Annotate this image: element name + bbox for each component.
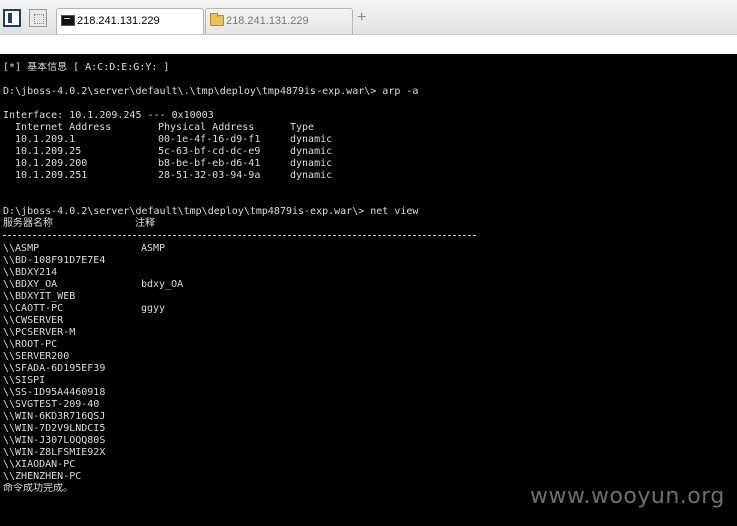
arp-mac: 28-51-32-03-94-9a [158,170,261,181]
command-line: D:\jboss-4.0.2\server\default\tmp\deploy… [3,206,419,217]
server-name: \\ROOT-PC [3,339,58,350]
toolbar-strip [0,35,737,54]
server-row: \\SFADA-6D195EF39 [3,363,737,375]
server-name: \\BD-108F91D7E7E4 [3,255,106,266]
server-row: \\SS-1D95A4460918 [3,387,737,399]
server-row: \\SVGTEST-209-40 [3,399,737,411]
server-name: \\WIN-J307LOQQ80S [3,435,106,446]
console-output[interactable]: [*] 基本信息 [ A:C:D:E:G:Y: ] D:\jboss-4.0.2… [3,62,737,495]
command-line: D:\jboss-4.0.2\server\default\.\tmp\depl… [3,86,419,97]
server-comment: ggyy [141,303,166,314]
server-name: \\SS-1D95A4460918 [3,387,106,398]
arp-type: dynamic [290,146,333,157]
server-list: \\ASMP ASMP \\BD-108F91D7E7E4 \\BDXY214 \\BD… [3,243,737,483]
arp-ip: 10.1.209.200 [15,158,88,169]
server-name: \\CWSERVER [3,315,64,326]
server-name: \\ZHENZHEN-PC [3,471,82,482]
arp-header-ip: Internet Address [15,122,112,133]
server-row: \\CAOTT-PC ggyy [3,303,737,315]
server-name: \\CAOTT-PC [3,303,64,314]
server-name: \\SISPI [3,375,46,386]
arp-row: 10.1.209.251 28-51-32-03-94-9a dynamic [3,170,737,182]
server-row: \\WIN-6KD3R716QSJ [3,411,737,423]
net-header-server: 服务器名称 [3,218,53,229]
arp-mac: 00-1e-4f-16-d9-f1 [158,134,261,145]
server-name: \\XIAODAN-PC [3,459,76,470]
server-row: \\BDXYIT_WEB [3,291,737,303]
arp-ip: 10.1.209.251 [15,170,88,181]
new-tab-button[interactable]: + [357,9,366,27]
arp-type: dynamic [290,134,333,145]
tab-label: 218.241.131.229 [226,15,309,27]
server-row: \\BD-108F91D7E7E4 [3,255,737,267]
arp-table: 10.1.209.1 00-1e-4f-16-d9-f1 dynamic 10.1.2… [3,134,737,182]
server-name: \\BDXYIT_WEB [3,291,76,302]
net-header-row: 服务器名称 注释 [3,218,737,230]
basic-info-line: [*] 基本信息 [ A:C:D:E:G:Y: ] [3,62,170,73]
net-header-comment: 注释 [135,218,155,229]
server-row: \\ASMP ASMP [3,243,737,255]
arp-type: dynamic [290,158,333,169]
server-name: \\ASMP [3,243,40,254]
arp-header-type: Type [290,122,315,133]
tab-session-2[interactable]: 218.241.131.229 [205,8,353,34]
server-name: \\WIN-7D2V9LNDCI5 [3,423,106,434]
server-row: \\WIN-7D2V9LNDCI5 [3,423,737,435]
layout-toggle-icon[interactable] [29,9,47,27]
separator [3,235,476,237]
server-name: \\BDXY214 [3,267,58,278]
server-name: \\WIN-Z8LFSMIE92X [3,447,106,458]
server-row: \\BDXY_OA bdxy_OA [3,279,737,291]
arp-row: 10.1.209.1 00-1e-4f-16-d9-f1 dynamic [3,134,737,146]
server-name: \\WIN-6KD3R716QSJ [3,411,106,422]
watermark: www.wooyun.org [530,484,725,509]
arp-mac: b8-be-bf-eb-d6-41 [158,158,261,169]
arp-row: 10.1.209.25 5c-63-bf-cd-dc-e9 dynamic [3,146,737,158]
server-row: \\SISPI [3,375,737,387]
server-row: \\CWSERVER [3,315,737,327]
server-row: \\WIN-Z8LFSMIE92X [3,447,737,459]
tab-session-1[interactable]: 218.241.131.229 [56,8,204,34]
interface-line: Interface: 10.1.209.245 --- 0x10003 [3,110,214,121]
server-name: \\SFADA-6D195EF39 [3,363,106,374]
window-menu-icon[interactable] [3,9,21,27]
server-row: \\PCSERVER-M [3,327,737,339]
server-name: \\SERVER200 [3,351,70,362]
arp-header-mac: Physical Address [158,122,255,133]
arp-ip: 10.1.209.25 [15,146,82,157]
folder-icon [210,13,224,26]
server-row: \\ZHENZHEN-PC [3,471,737,483]
terminal-icon [61,15,75,26]
arp-header-row: Internet Address Physical Address Type [3,122,737,134]
server-name: \\BDXY_OA [3,279,58,290]
server-comment: ASMP [141,243,166,254]
server-row: \\SERVER200 [3,351,737,363]
server-name: \\SVGTEST-209-40 [3,399,100,410]
server-row: \\XIAODAN-PC [3,459,737,471]
arp-row: 10.1.209.200 b8-be-bf-eb-d6-41 dynamic [3,158,737,170]
tab-label: 218.241.131.229 [77,15,160,27]
server-row: \\ROOT-PC [3,339,737,351]
server-name: \\PCSERVER-M [3,327,76,338]
server-row: \\BDXY214 [3,267,737,279]
server-comment: bdxy_OA [141,279,184,290]
arp-ip: 10.1.209.1 [15,134,76,145]
server-row: \\WIN-J307LOQQ80S [3,435,737,447]
arp-mac: 5c-63-bf-cd-dc-e9 [158,146,261,157]
tab-bar: 218.241.131.229 218.241.131.229 + [0,0,737,35]
arp-type: dynamic [290,170,333,181]
